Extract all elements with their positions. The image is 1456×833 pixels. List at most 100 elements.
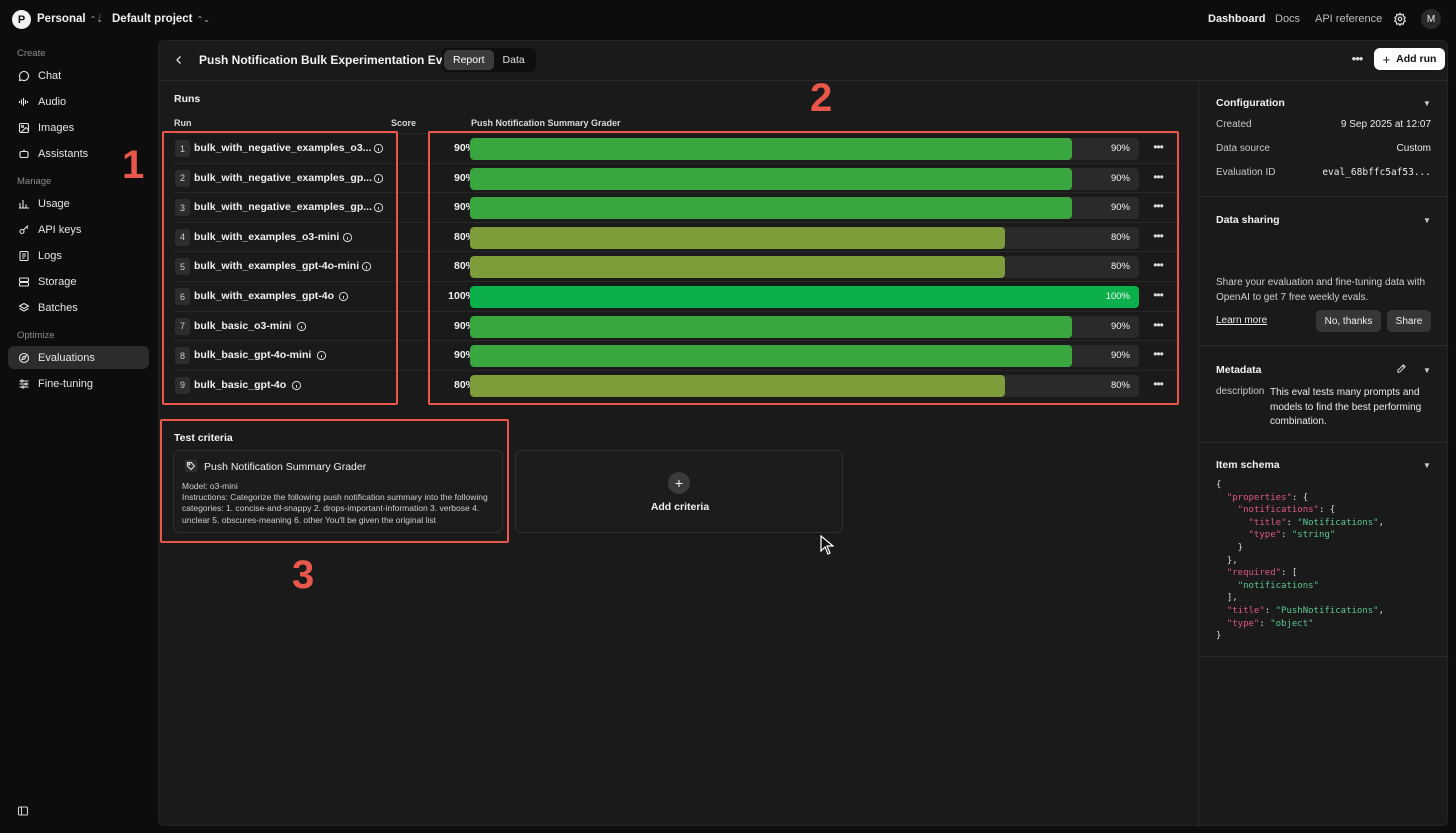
sidebar-item-images[interactable]: Images [8,116,149,139]
item-schema-title[interactable]: Item schema [1216,459,1280,471]
metadata-value: This eval tests many prompts and models … [1270,387,1422,427]
schema-token: "required" [1226,568,1282,579]
evaluations-icon [18,352,30,363]
user-avatar[interactable]: M [1421,9,1441,29]
schema-line: } [1216,542,1384,555]
sidebar-item-label: Batches [38,301,78,314]
config-panel: Configuration ▼ Created 9 Sep 2025 at 12… [1198,81,1449,827]
org-avatar[interactable]: P [12,10,31,29]
sidebar-item-label: Usage [38,197,70,210]
org-switcher[interactable]: Personal ⌃⌄ [37,13,103,25]
sidebar-item-fine-tuning[interactable]: Fine-tuning [8,372,149,395]
plus-icon: + [668,472,690,494]
schema-token: "notifications" [1237,580,1319,591]
share-button[interactable]: Share [1387,310,1431,332]
breadcrumb-separator: / [98,13,102,25]
sidebar-item-usage[interactable]: Usage [8,192,149,215]
tab-report[interactable]: Report [444,50,494,70]
caret-down-icon[interactable]: ▼ [1423,461,1431,470]
no-thanks-button[interactable]: No, thanks [1316,310,1381,332]
schema-token: { [1216,480,1222,490]
add-run-button[interactable]: + Add run [1374,48,1445,70]
sidebar-item-audio[interactable]: Audio [8,90,149,113]
batches-icon [18,302,30,312]
schema-token: : { [1291,492,1309,503]
mouse-pointer-icon [820,535,834,555]
schema-token: ], [1216,593,1238,604]
sidebar-item-evaluations[interactable]: Evaluations [8,346,149,369]
schema-line: }, [1216,555,1384,568]
project-switcher[interactable]: Default project ⌃⌄ [112,13,210,25]
sidebar-section-manage: Manage [17,176,52,187]
schema-line: "title": "PushNotifications", [1216,605,1384,618]
divider [1199,345,1449,346]
schema-token: "object" [1270,618,1314,629]
schema-token: "string" [1291,530,1336,541]
schema-token [1216,619,1227,629]
schema-token: "title" [1248,517,1287,528]
sidebar-item-label: Fine-tuning [38,377,94,390]
schema-token: "title" [1226,605,1265,616]
metadata-key: description [1216,386,1265,397]
configuration-title[interactable]: Configuration [1216,97,1285,109]
sidebar-item-storage[interactable]: Storage [8,270,149,293]
schema-token: "properties" [1226,492,1292,503]
caret-down-icon[interactable]: ▼ [1423,99,1431,108]
divider [1199,442,1449,443]
schema-token: : [1286,517,1298,528]
sidebar-item-label: Storage [38,275,77,288]
add-criteria-button[interactable]: + Add criteria [515,450,843,533]
annotation-box-3 [160,419,509,543]
sidebar-item-chat[interactable]: Chat [8,64,149,87]
plus-icon: + [1382,51,1391,67]
sidebar-item-label: Chat [38,69,62,82]
schema-token [1216,530,1249,540]
caret-down-icon[interactable]: ▼ [1423,366,1431,375]
schema-token [1216,568,1227,578]
sidebar-item-label: Assistants [38,147,89,160]
data-sharing-title[interactable]: Data sharing [1216,214,1280,226]
annotation-box-2 [428,131,1179,405]
fine-tuning-icon [19,378,29,389]
annotation-label-1: 1 [122,143,145,187]
runs-section-title: Runs [174,93,201,105]
learn-more-link[interactable]: Learn more [1216,315,1267,326]
sidebar-item-batches[interactable]: Batches [8,296,149,319]
schema-line: "type": "object" [1216,618,1384,631]
more-options-icon[interactable]: ••• [1349,52,1365,68]
schema-line: "notifications" [1216,580,1384,593]
add-criteria-label: Add criteria [650,501,710,513]
schema-token: "notifications" [1237,505,1319,516]
edit-icon[interactable] [1396,363,1407,374]
nav-dashboard[interactable]: Dashboard [1208,13,1265,25]
schema-token: : [1259,618,1271,629]
schema-token [1216,606,1227,616]
schema-line: ], [1216,592,1384,605]
sidebar-toggle-icon[interactable] [17,805,29,817]
nav-docs[interactable]: Docs [1275,13,1300,25]
eval-id-value[interactable]: eval_68bffc5af53... [1322,167,1431,178]
page-title: Push Notification Bulk Experimentation E… [199,53,453,67]
nav-api-reference[interactable]: API reference [1315,13,1382,25]
chevron-up-down-icon: ⌃⌄ [196,15,210,24]
schema-token: : [1264,605,1276,616]
sidebar-item-api-keys[interactable]: API keys [8,218,149,241]
add-run-label: Add run [1396,53,1437,65]
schema-token: : [1281,530,1292,541]
schema-token: , [1378,605,1384,616]
sidebar-item-label: Evaluations [38,351,95,364]
top-bar: P Personal ⌃⌄ / Default project ⌃⌄ Dashboa… [0,0,1456,40]
sidebar-item-logs[interactable]: Logs [8,244,149,267]
chevron-left-icon[interactable] [173,54,185,66]
caret-down-icon[interactable]: ▼ [1423,216,1431,225]
created-label: Created [1216,119,1252,130]
gear-icon[interactable] [1393,12,1407,26]
images-icon [18,122,30,133]
tab-data[interactable]: Data [494,50,534,70]
column-header-score: Score [391,118,417,128]
metadata-title[interactable]: Metadata [1216,364,1262,376]
schema-token: : [ [1281,568,1298,579]
schema-token [1216,581,1238,591]
sidebar-item-label: Images [38,121,75,134]
org-name: Personal [37,13,86,25]
